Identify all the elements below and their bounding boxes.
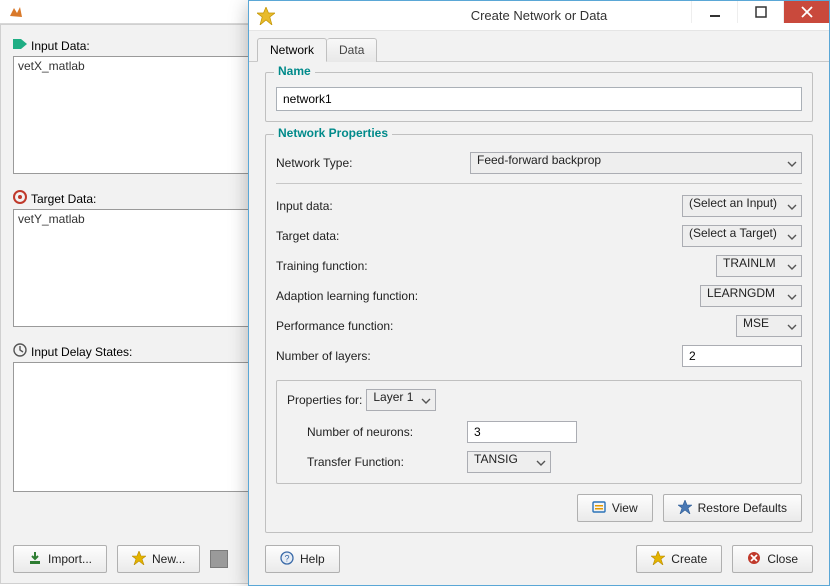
disabled-square-icon [210,550,228,568]
training-fn-select[interactable]: TRAINLM [716,255,802,277]
new-button[interactable]: New... [117,545,200,573]
input-data-icon [13,37,27,54]
input-data-panel: Input Data: vetX_matlab [13,37,272,174]
list-item[interactable]: vetX_matlab [18,59,267,73]
target-data-label: Target Data: [31,192,96,206]
props-for-label: Properties for: [287,393,362,407]
target-data-icon [13,190,27,207]
view-button[interactable]: View [577,494,653,522]
list-item[interactable]: vetY_matlab [18,212,267,226]
dialog-tabs: Network Data [249,31,829,62]
help-icon: ? [280,551,294,568]
adapt-fn-select[interactable]: LEARNGDM [700,285,802,307]
restore-defaults-button[interactable]: Restore Defaults [663,494,802,522]
import-button-label: Import... [48,552,92,566]
input-delay-label: Input Delay States: [31,345,132,359]
tab-network-label: Network [270,43,314,57]
name-fieldset: Name [265,72,813,122]
training-fn-value: TRAINLM [723,256,776,270]
input-data-label: Input Data: [31,39,90,53]
create-button[interactable]: Create [636,545,722,573]
target-data-panel: Target Data: vetY_matlab [13,190,272,327]
import-button[interactable]: Import... [13,545,107,573]
restore-defaults-label: Restore Defaults [698,501,787,515]
star-icon [678,500,692,517]
close-icon [747,551,761,568]
maximize-button[interactable] [737,1,783,23]
network-properties-fieldset: Network Properties Network Type: Feed-fo… [265,134,813,533]
network-type-value: Feed-forward backprop [477,153,601,167]
num-neurons-label: Number of neurons: [307,425,467,439]
import-icon [28,551,42,568]
perf-fn-value: MSE [743,316,769,330]
props-for-value: Layer 1 [373,390,413,404]
star-icon [132,551,146,568]
input-data-listbox[interactable]: vetX_matlab [13,56,272,174]
chevron-down-icon [421,395,431,405]
minimize-button[interactable] [691,1,737,23]
close-button[interactable]: Close [732,545,813,573]
input-data-select-label: Input data: [276,199,333,213]
matlab-icon [8,4,24,20]
perf-fn-select[interactable]: MSE [736,315,802,337]
num-layers-label: Number of layers: [276,349,371,363]
chevron-down-icon [787,321,797,331]
target-data-select-value: (Select a Target) [689,226,777,240]
nntool-main-window: Input Data: vetX_matlab Target Data: vet… [0,24,285,584]
layer-properties-fieldset: Properties for: Layer 1 Number of neuron… [276,380,802,484]
svg-text:?: ? [284,553,289,563]
create-network-dialog: Create Network or Data Network Data Name [248,0,830,586]
target-data-select[interactable]: (Select a Target) [682,225,802,247]
chevron-down-icon [787,201,797,211]
target-data-listbox[interactable]: vetY_matlab [13,209,272,327]
tab-data-label: Data [339,43,364,57]
network-name-input[interactable] [276,87,802,111]
view-icon [592,500,606,517]
help-button-label: Help [300,552,325,566]
clock-icon [13,343,27,360]
adapt-fn-label: Adaption learning function: [276,289,418,303]
network-type-select[interactable]: Feed-forward backprop [470,152,802,174]
transfer-fn-value: TANSIG [474,452,518,466]
chevron-down-icon [787,231,797,241]
input-data-select-value: (Select an Input) [689,196,777,210]
network-properties-legend: Network Properties [274,126,392,140]
num-layers-input[interactable] [682,345,802,367]
training-fn-label: Training function: [276,259,368,273]
divider [276,183,802,184]
transfer-fn-label: Transfer Function: [307,455,467,469]
target-data-select-label: Target data: [276,229,339,243]
perf-fn-label: Performance function: [276,319,393,333]
create-button-label: Create [671,552,707,566]
adapt-fn-value: LEARNGDM [707,286,775,300]
transfer-fn-select[interactable]: TANSIG [467,451,551,473]
close-button-label: Close [767,552,798,566]
view-button-label: View [612,501,638,515]
close-window-button[interactable] [783,1,829,23]
dialog-titlebar[interactable]: Create Network or Data [249,1,829,31]
tab-network[interactable]: Network [257,38,327,62]
props-for-select[interactable]: Layer 1 [366,389,436,411]
input-delay-panel: Input Delay States: [13,343,272,492]
chevron-down-icon [536,457,546,467]
input-delay-listbox[interactable] [13,362,272,492]
network-type-label: Network Type: [276,156,352,170]
new-button-label: New... [152,552,185,566]
chevron-down-icon [787,261,797,271]
star-icon [651,551,665,568]
chevron-down-icon [787,158,797,168]
name-legend: Name [274,64,315,78]
input-data-select[interactable]: (Select an Input) [682,195,802,217]
chevron-down-icon [787,291,797,301]
num-neurons-input[interactable] [467,421,577,443]
help-button[interactable]: ? Help [265,545,340,573]
tab-data[interactable]: Data [327,38,377,62]
